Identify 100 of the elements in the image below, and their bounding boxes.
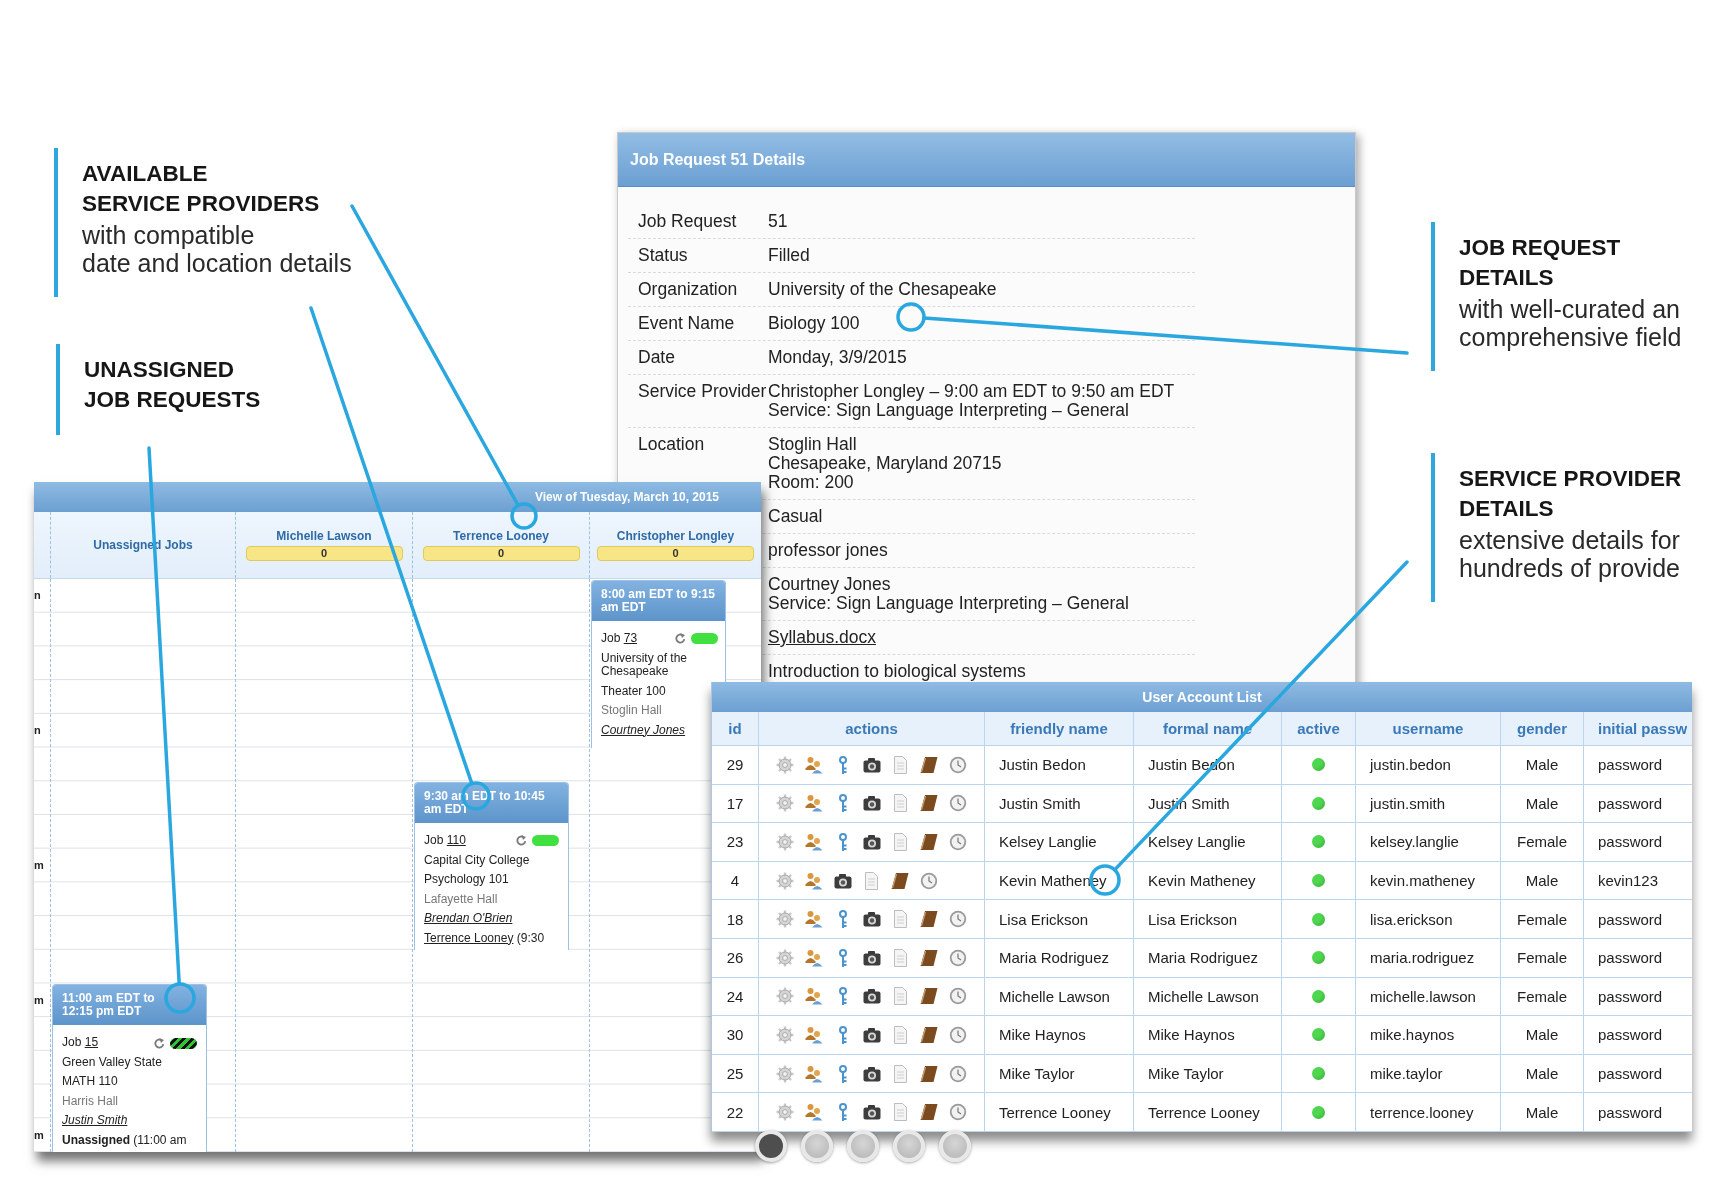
clock-icon[interactable] [949, 1064, 967, 1083]
clock-icon[interactable] [949, 755, 967, 774]
key-icon[interactable] [838, 833, 848, 851]
camera-icon[interactable] [863, 1103, 881, 1122]
camera-icon[interactable] [863, 948, 881, 967]
gear-icon[interactable] [776, 755, 794, 774]
document-icon[interactable] [894, 910, 907, 929]
book-icon[interactable] [920, 755, 938, 774]
column-header[interactable]: initial passw [1584, 712, 1692, 746]
clock-icon[interactable] [949, 794, 967, 813]
gear-icon[interactable] [776, 1025, 794, 1044]
document-icon[interactable] [894, 1064, 907, 1083]
table-cell: justin.smith [1356, 784, 1501, 824]
column-header[interactable]: active [1282, 712, 1356, 746]
event-card[interactable]: 11:00 am EDT to 12:15 pm EDT Job 15 Green Valley State MATH 110 Harris Hall Justin Smith Unassigned (11:00 am [52, 984, 207, 1152]
gear-icon[interactable] [776, 910, 794, 929]
column-header[interactable]: actions [759, 712, 985, 746]
key-icon[interactable] [838, 794, 848, 813]
clock-icon[interactable] [920, 871, 938, 890]
page-dot[interactable] [847, 1130, 879, 1162]
gear-icon[interactable] [776, 1103, 794, 1122]
time-label: m [34, 993, 44, 1007]
contact-link[interactable]: Justin Smith [62, 1114, 128, 1128]
key-icon[interactable] [838, 948, 848, 967]
book-icon[interactable] [920, 948, 938, 967]
people-icon[interactable] [805, 871, 823, 890]
column-header[interactable]: username [1356, 712, 1501, 746]
people-icon[interactable] [805, 1025, 823, 1044]
column-header[interactable]: id [712, 712, 759, 746]
key-icon[interactable] [838, 987, 848, 1006]
page-dot[interactable] [755, 1130, 787, 1162]
key-icon[interactable] [838, 755, 848, 774]
document-icon[interactable] [894, 794, 907, 813]
people-icon[interactable] [805, 1103, 823, 1122]
book-icon[interactable] [920, 910, 938, 929]
job-link[interactable]: 15 [84, 1035, 99, 1050]
table-cell: Male [1501, 1093, 1584, 1132]
page-dot[interactable] [893, 1130, 925, 1162]
refresh-icon[interactable] [154, 1037, 165, 1049]
book-icon[interactable] [920, 1025, 938, 1044]
camera-icon[interactable] [863, 1064, 881, 1083]
camera-icon[interactable] [863, 833, 881, 851]
gear-icon[interactable] [776, 987, 794, 1006]
gear-icon[interactable] [776, 871, 794, 890]
document-icon[interactable] [894, 833, 907, 851]
job-title: Job 15 [62, 1036, 99, 1050]
book-icon[interactable] [891, 871, 909, 890]
event-card[interactable]: 8:00 am EDT to 9:15 am EDT Job 73 University of the Chesapeake Theater 100 Stoglin Hall Courtney Jones [591, 580, 726, 748]
document-icon[interactable] [894, 1025, 907, 1044]
camera-icon[interactable] [863, 755, 881, 774]
book-icon[interactable] [920, 833, 938, 851]
people-icon[interactable] [805, 948, 823, 967]
clock-icon[interactable] [949, 948, 967, 967]
gear-icon[interactable] [776, 1064, 794, 1083]
table-cell: lisa.erickson [1356, 900, 1501, 939]
document-icon[interactable] [865, 871, 878, 890]
column-header[interactable]: gender [1501, 712, 1584, 746]
document-icon[interactable] [894, 948, 907, 967]
camera-icon[interactable] [834, 871, 852, 890]
gear-icon[interactable] [776, 833, 794, 851]
clock-icon[interactable] [949, 833, 967, 851]
people-icon[interactable] [805, 833, 823, 851]
provider-link[interactable]: Terrence Looney [424, 930, 514, 945]
job-link[interactable]: 73 [623, 631, 638, 645]
camera-icon[interactable] [863, 910, 881, 929]
document-icon[interactable] [894, 1103, 907, 1122]
clock-icon[interactable] [949, 987, 967, 1006]
camera-icon[interactable] [863, 987, 881, 1006]
key-icon[interactable] [838, 910, 848, 929]
document-icon[interactable] [894, 755, 907, 774]
camera-icon[interactable] [863, 1025, 881, 1044]
gear-icon[interactable] [776, 794, 794, 813]
book-icon[interactable] [920, 1064, 938, 1083]
people-icon[interactable] [805, 794, 823, 813]
page-dot[interactable] [939, 1130, 971, 1162]
gear-icon[interactable] [776, 948, 794, 967]
clock-icon[interactable] [949, 910, 967, 929]
people-icon[interactable] [805, 1064, 823, 1083]
key-icon[interactable] [838, 1064, 848, 1083]
clock-icon[interactable] [949, 1025, 967, 1044]
contact-link[interactable]: Courtney Jones [601, 723, 686, 737]
refresh-icon[interactable] [675, 633, 686, 645]
document-icon[interactable] [894, 987, 907, 1006]
book-icon[interactable] [920, 1103, 938, 1122]
key-icon[interactable] [838, 1025, 848, 1044]
contact-link[interactable]: Brendan O'Brien [424, 912, 513, 926]
people-icon[interactable] [805, 987, 823, 1006]
page-dot[interactable] [801, 1130, 833, 1162]
people-icon[interactable] [805, 910, 823, 929]
key-icon[interactable] [838, 1103, 848, 1122]
book-icon[interactable] [920, 987, 938, 1006]
table-cell: Mike Haynos [1134, 1016, 1282, 1055]
job-link[interactable]: 110 [446, 833, 466, 848]
file-link[interactable]: Syllabus.docx [768, 628, 876, 647]
book-icon[interactable] [920, 794, 938, 813]
refresh-icon[interactable] [516, 835, 527, 847]
clock-icon[interactable] [949, 1103, 967, 1122]
camera-icon[interactable] [863, 794, 881, 813]
people-icon[interactable] [805, 755, 823, 774]
column-header[interactable]: friendly name [985, 712, 1134, 746]
